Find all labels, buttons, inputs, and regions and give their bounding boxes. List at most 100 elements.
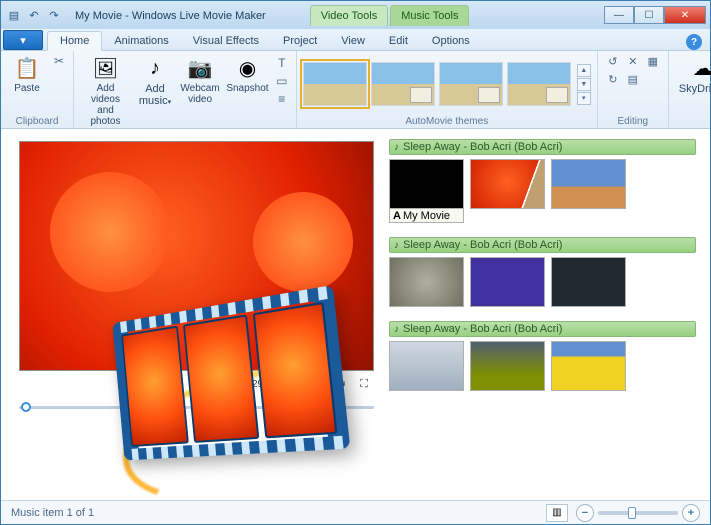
skydrive-button[interactable]: ☁ SkyDrive▾ (675, 53, 711, 97)
close-button[interactable]: ✕ (664, 6, 706, 24)
file-menu-button[interactable]: ▾ (3, 30, 43, 50)
theme-thumb-4[interactable] (507, 62, 571, 106)
theme-expand-icon[interactable]: ▾ (577, 92, 591, 105)
paste-button[interactable]: 📋 Paste (7, 53, 47, 96)
add-credits-icon[interactable]: ≡ (274, 91, 290, 107)
timeline-slider[interactable] (19, 399, 374, 415)
music-icon: ♪ (142, 55, 168, 81)
group-label: Share (675, 115, 711, 127)
webcam-video-button[interactable]: 📷 Webcam video (179, 53, 221, 107)
tab-animations[interactable]: Animations (102, 32, 180, 50)
tab-home[interactable]: Home (47, 31, 102, 51)
playback-controls: 00:00.00/00:29.57 ⏮ ▶ ⏭ ⛶ (19, 371, 373, 397)
tab-project[interactable]: Project (271, 32, 329, 50)
file-dropdown-icon: ▾ (20, 34, 26, 47)
zoom-in-button[interactable]: + (682, 504, 700, 522)
webcam-icon: 📷 (187, 55, 213, 81)
group-clipboard: 📋 Paste ✂ Clipboard (1, 51, 74, 128)
music-track-label: Sleep Away - Bob Acri (Bob Acri) (403, 239, 562, 251)
zoom-control: − + (576, 504, 700, 522)
music-track-bar[interactable]: ♪ Sleep Away - Bob Acri (Bob Acri) (389, 139, 696, 155)
storyboard-row: ♪Sleep Away - Bob Acri (Bob Acri) (389, 237, 696, 307)
prev-frame-button[interactable]: ⏮ (283, 375, 301, 393)
select-all-icon[interactable]: ▦ (644, 53, 662, 69)
theme-scroll-down-icon[interactable]: ▼ (577, 78, 591, 91)
qat-redo-icon[interactable]: ↷ (45, 6, 63, 24)
delete-icon[interactable]: ✕ (624, 53, 642, 69)
view-mode-button[interactable]: ▥ (546, 504, 568, 522)
group-add: 🖼 Add videos and photos ♪ Add music▾ 📷 W… (74, 51, 297, 128)
tab-video-tools[interactable]: Video Tools (310, 5, 388, 26)
clip-thumb[interactable] (389, 341, 464, 391)
play-button[interactable]: ▶ (307, 375, 325, 393)
rotate-left-icon[interactable]: ↺ (604, 53, 622, 69)
app-title: Windows Live Movie Maker (132, 10, 266, 22)
clip-thumb[interactable] (389, 257, 464, 307)
music-track-bar[interactable]: ♪Sleep Away - Bob Acri (Bob Acri) (389, 237, 696, 253)
add-caption-icon[interactable]: ▭ (274, 73, 290, 89)
preview-monitor[interactable] (19, 141, 374, 371)
tab-options[interactable]: Options (420, 32, 482, 50)
tab-music-tools[interactable]: Music Tools (390, 5, 469, 26)
maximize-button[interactable]: ☐ (634, 6, 664, 24)
window-title: My Movie - Windows Live Movie Maker (75, 8, 266, 22)
music-track-bar[interactable]: ♪Sleep Away - Bob Acri (Bob Acri) (389, 321, 696, 337)
group-label: Clipboard (7, 115, 67, 127)
theme-thumb-1[interactable] (303, 62, 367, 106)
photos-icon: 🖼 (92, 55, 118, 81)
contextual-tabs: Video Tools Music Tools (310, 5, 470, 26)
add-videos-photos-button[interactable]: 🖼 Add videos and photos (80, 53, 131, 129)
add-music-button[interactable]: ♪ Add music▾ (135, 53, 175, 109)
caption-bar[interactable]: AMy Movie (389, 209, 464, 223)
clip-thumb[interactable] (470, 159, 545, 209)
app-icon[interactable]: ▤ (5, 6, 23, 24)
zoom-slider[interactable] (598, 511, 678, 515)
zoom-out-button[interactable]: − (576, 504, 594, 522)
timeline-thumb[interactable] (21, 402, 31, 412)
tab-edit[interactable]: Edit (377, 32, 420, 50)
group-share: ☁ SkyDrive▾ 💾 Save movie▾ 👤 Sign in Shar… (669, 51, 711, 128)
app-window: ▤ ↶ ↷ My Movie - Windows Live Movie Make… (0, 0, 711, 525)
window-controls: — ☐ ✕ (604, 6, 706, 24)
theme-thumb-3[interactable] (439, 62, 503, 106)
storyboard-row: ♪Sleep Away - Bob Acri (Bob Acri) (389, 321, 696, 391)
qat-undo-icon[interactable]: ↶ (25, 6, 43, 24)
ribbon-tab-strip: ▾ Home Animations Visual Effects Project… (1, 29, 710, 51)
help-icon[interactable]: ? (686, 34, 702, 50)
clip-thumb[interactable] (389, 159, 464, 209)
add-more-column: T ▭ ≡ (274, 53, 290, 107)
quick-access-toolbar: ▤ ↶ ↷ (5, 6, 63, 24)
storyboard-row: ♪ Sleep Away - Bob Acri (Bob Acri) AMy Mo… (389, 139, 696, 223)
document-title: My Movie (75, 10, 122, 22)
ribbon: 📋 Paste ✂ Clipboard 🖼 Add videos and pho… (1, 51, 710, 129)
music-track-label: Sleep Away - Bob Acri (Bob Acri) (403, 141, 562, 153)
music-track-label: Sleep Away - Bob Acri (Bob Acri) (403, 323, 562, 335)
music-note-icon: ♪ (394, 142, 399, 153)
tab-view[interactable]: View (329, 32, 377, 50)
tab-visual-effects[interactable]: Visual Effects (181, 32, 271, 50)
snapshot-button[interactable]: ◉ Snapshot (225, 53, 270, 96)
zoom-thumb[interactable] (628, 507, 636, 519)
clip-thumb[interactable] (470, 341, 545, 391)
timecode: 00:00.00/00:29.57 (196, 379, 277, 390)
edit-tool-icon[interactable]: ▤ (624, 71, 642, 87)
group-label: Editing (604, 115, 662, 127)
clip-thumb[interactable] (470, 257, 545, 307)
rotate-right-icon[interactable]: ↻ (604, 71, 622, 87)
fullscreen-button[interactable]: ⛶ (355, 375, 373, 393)
theme-thumb-2[interactable] (371, 62, 435, 106)
next-frame-button[interactable]: ⏭ (331, 375, 349, 393)
status-text: Music item 1 of 1 (11, 507, 94, 519)
cut-icon[interactable]: ✂ (51, 53, 67, 69)
clip-thumb[interactable] (551, 341, 626, 391)
clip-thumb[interactable] (551, 257, 626, 307)
theme-scroll-up-icon[interactable]: ▲ (577, 64, 591, 77)
minimize-button[interactable]: — (604, 6, 634, 24)
add-title-icon[interactable]: T (274, 55, 290, 71)
clipboard-icon: 📋 (14, 55, 40, 81)
title-bar: ▤ ↶ ↷ My Movie - Windows Live Movie Make… (1, 1, 710, 29)
clip-thumb[interactable] (551, 159, 626, 209)
status-bar: Music item 1 of 1 ▥ − + (1, 500, 710, 524)
workspace: 00:00.00/00:29.57 ⏮ ▶ ⏭ ⛶ ♪ Sleep Away - … (1, 129, 710, 500)
preview-pane: 00:00.00/00:29.57 ⏮ ▶ ⏭ ⛶ (1, 129, 381, 500)
